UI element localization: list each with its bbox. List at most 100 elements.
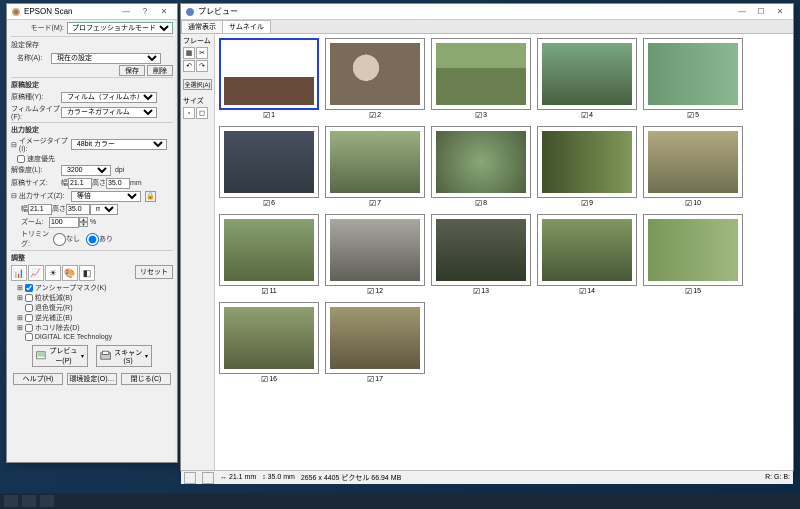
- help-titlebar-button[interactable]: ?: [136, 6, 154, 18]
- status-tool-1-icon[interactable]: [184, 472, 196, 484]
- thumbnail-8[interactable]: 8: [431, 126, 531, 208]
- preview-maximize-button[interactable]: ☐: [752, 6, 770, 18]
- thumbnail-frame[interactable]: [643, 126, 743, 198]
- histogram-icon[interactable]: 📊: [11, 265, 27, 281]
- preview-button[interactable]: プレビュー(P)▾: [32, 345, 88, 367]
- image-type-select[interactable]: 48bit カラー: [71, 139, 167, 150]
- thumbnail-10[interactable]: 10: [643, 126, 743, 208]
- thumbnail-frame[interactable]: [325, 38, 425, 110]
- thumbnail-1[interactable]: 1: [219, 38, 319, 120]
- tab-normal[interactable]: 通常表示: [181, 20, 223, 33]
- adjust-checkbox[interactable]: [25, 324, 33, 332]
- close-main-button[interactable]: 閉じる(C): [121, 373, 171, 385]
- size-small-icon[interactable]: ▫: [183, 107, 195, 119]
- rotate-left-icon[interactable]: ↶: [183, 60, 195, 72]
- taskbar-item[interactable]: [40, 495, 54, 507]
- zoom-down[interactable]: ▾: [79, 222, 88, 227]
- thumbnail-frame[interactable]: [325, 126, 425, 198]
- reset-button[interactable]: リセット: [135, 265, 173, 279]
- color-balance-icon[interactable]: ◧: [79, 265, 95, 281]
- thumbnail-11[interactable]: 11: [219, 214, 319, 296]
- adjust-checkbox[interactable]: [25, 284, 33, 292]
- thumbnail-frame[interactable]: [325, 302, 425, 374]
- out-width-input[interactable]: [28, 204, 52, 215]
- rotate-right-icon[interactable]: ↷: [196, 60, 208, 72]
- thumbnail-frame[interactable]: [537, 38, 637, 110]
- thumbnail-frame[interactable]: [219, 214, 319, 286]
- zoom-input[interactable]: [49, 217, 79, 228]
- thumbnail-9[interactable]: 9: [537, 126, 637, 208]
- image-type-row[interactable]: イメージタイプ(I): 48bit カラー: [11, 136, 173, 153]
- out-unit-select[interactable]: mm: [90, 204, 118, 215]
- thumbnail-6[interactable]: 6: [219, 126, 319, 208]
- settings-save-button[interactable]: 保存: [119, 65, 145, 76]
- thumbnail-frame[interactable]: [219, 38, 319, 110]
- thumbnail-15[interactable]: 15: [643, 214, 743, 296]
- speed-priority-label: 速度優先: [27, 154, 55, 164]
- adjust-checkbox[interactable]: [25, 304, 33, 312]
- taskbar-start[interactable]: [4, 495, 18, 507]
- scan-button[interactable]: スキャン(S)▾: [96, 345, 152, 367]
- film-type-select[interactable]: カラーネガフィルム: [61, 107, 157, 118]
- thumbnail-2[interactable]: 2: [325, 38, 425, 120]
- thumbnail-12[interactable]: 12: [325, 214, 425, 296]
- settings-save-section: 設定保存 名称(A): 現在の設定 保存 削除: [11, 36, 173, 76]
- minimize-button[interactable]: —: [117, 6, 135, 18]
- dropdown-arrow-icon[interactable]: ▾: [81, 353, 84, 360]
- settings-delete-button[interactable]: 削除: [147, 65, 173, 76]
- frame-tool-2-icon[interactable]: ✂: [196, 47, 208, 59]
- thumbnail-frame[interactable]: [643, 214, 743, 286]
- thumbnail-frame[interactable]: [431, 38, 531, 110]
- help-button[interactable]: ヘルプ(H): [13, 373, 63, 385]
- size-large-icon[interactable]: ◻: [196, 107, 208, 119]
- thumbnail-area[interactable]: 1234567891011121314151617: [215, 34, 793, 470]
- main-titlebar[interactable]: EPSON Scan — ? ✕: [7, 4, 177, 20]
- adjust-checkbox[interactable]: [25, 294, 33, 302]
- thumbnail-frame[interactable]: [643, 38, 743, 110]
- thumbnail-4[interactable]: 4: [537, 38, 637, 120]
- preview-close-button[interactable]: ✕: [771, 6, 789, 18]
- speed-priority-checkbox[interactable]: [17, 155, 25, 163]
- thumbnail-5[interactable]: 5: [643, 38, 743, 120]
- color-palette-icon[interactable]: 🎨: [62, 265, 78, 281]
- taskbar-item[interactable]: [22, 495, 36, 507]
- thumbnail-image: [224, 307, 314, 369]
- lock-aspect-icon[interactable]: 🔒: [145, 191, 156, 202]
- thumbnail-frame[interactable]: [431, 214, 531, 286]
- thumbnail-3[interactable]: 3: [431, 38, 531, 120]
- dropdown-arrow-icon[interactable]: ▾: [145, 353, 148, 360]
- out-height-input[interactable]: [66, 204, 90, 215]
- thumbnail-14[interactable]: 14: [537, 214, 637, 296]
- thumbnail-frame[interactable]: [219, 302, 319, 374]
- trimming-yes-radio[interactable]: [86, 233, 99, 246]
- thumbnail-7[interactable]: 7: [325, 126, 425, 208]
- curves-icon[interactable]: 📈: [28, 265, 44, 281]
- adjust-checkbox[interactable]: [25, 333, 33, 341]
- thumbnail-13[interactable]: 13: [431, 214, 531, 296]
- windows-taskbar[interactable]: [0, 493, 800, 509]
- original-type-select[interactable]: フィルム（フィルムホルダー使用）: [61, 92, 157, 103]
- trimming-none-radio[interactable]: [53, 233, 66, 246]
- close-button[interactable]: ✕: [155, 6, 173, 18]
- resolution-select[interactable]: 3200: [61, 165, 111, 176]
- brightness-icon[interactable]: ☀: [45, 265, 61, 281]
- thumbnail-17[interactable]: 17: [325, 302, 425, 384]
- frame-tool-1-icon[interactable]: ▦: [183, 47, 195, 59]
- status-tool-2-icon[interactable]: [202, 472, 214, 484]
- thumbnail-frame[interactable]: [219, 126, 319, 198]
- preview-minimize-button[interactable]: —: [733, 6, 751, 18]
- select-all-button[interactable]: 全選択(A): [183, 79, 212, 90]
- preview-titlebar[interactable]: プレビュー — ☐ ✕: [181, 4, 793, 20]
- output-size-select[interactable]: 等倍: [71, 191, 141, 202]
- output-size-row[interactable]: 出力サイズ(Z): 等倍 🔒: [11, 190, 173, 202]
- mode-select[interactable]: プロフェッショナルモード: [67, 22, 173, 34]
- thumbnail-frame[interactable]: [325, 214, 425, 286]
- thumbnail-frame[interactable]: [537, 126, 637, 198]
- settings-name-select[interactable]: 現在の設定: [51, 53, 161, 64]
- thumbnail-16[interactable]: 16: [219, 302, 319, 384]
- thumbnail-frame[interactable]: [431, 126, 531, 198]
- tab-thumbnail[interactable]: サムネイル: [222, 20, 271, 33]
- thumbnail-frame[interactable]: [537, 214, 637, 286]
- environment-button[interactable]: 環境設定(O)…: [67, 373, 117, 385]
- adjust-checkbox[interactable]: [25, 314, 33, 322]
